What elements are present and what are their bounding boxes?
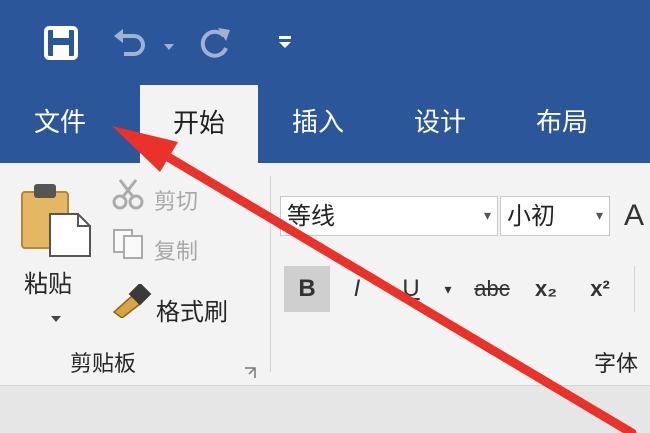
superscript-button[interactable]: x² xyxy=(580,266,620,312)
tab-layout[interactable]: 布局 xyxy=(536,103,588,143)
copy-label[interactable]: 复制 xyxy=(154,234,198,266)
grow-font-icon[interactable]: A xyxy=(624,196,650,236)
font-size-value: 小初 xyxy=(507,202,555,230)
clipboard-dialog-launcher-icon[interactable] xyxy=(244,364,256,378)
format-painter-label[interactable]: 格式刷 xyxy=(156,292,228,327)
document-area xyxy=(0,386,650,433)
paste-label[interactable]: 粘贴 xyxy=(24,264,72,299)
font-name-combo[interactable]: 等线 ▾ xyxy=(280,196,498,236)
italic-button[interactable]: I xyxy=(342,266,372,312)
subscript-button[interactable]: x₂ xyxy=(526,266,566,312)
title-bar xyxy=(0,0,650,85)
font-size-combo[interactable]: 小初 ▾ xyxy=(500,196,610,236)
paste-icon[interactable] xyxy=(20,180,92,258)
underline-button[interactable]: U xyxy=(396,266,426,312)
font-row-divider xyxy=(634,266,635,312)
cut-icon[interactable] xyxy=(112,178,144,210)
tab-design[interactable]: 设计 xyxy=(414,103,466,143)
redo-icon[interactable] xyxy=(196,24,236,62)
format-painter-icon[interactable] xyxy=(112,282,152,319)
font-name-value: 等线 xyxy=(287,202,335,230)
cut-label[interactable]: 剪切 xyxy=(154,184,198,216)
customize-qat-icon[interactable] xyxy=(278,34,292,50)
chevron-down-icon[interactable]: ▾ xyxy=(484,197,491,235)
save-icon[interactable] xyxy=(44,26,78,60)
clipboard-group-label: 剪贴板 xyxy=(70,352,137,377)
undo-icon[interactable] xyxy=(112,26,152,60)
underline-dropdown-icon[interactable]: ▾ xyxy=(440,266,456,312)
paste-dropdown-icon[interactable] xyxy=(50,308,62,322)
font-group-label: 字体 xyxy=(594,352,639,377)
copy-icon[interactable] xyxy=(112,228,144,260)
tab-home[interactable]: 开始 xyxy=(140,85,258,163)
undo-dropdown-icon[interactable] xyxy=(164,36,174,50)
group-divider xyxy=(270,176,271,372)
tab-insert[interactable]: 插入 xyxy=(292,103,344,143)
strikethrough-button[interactable]: abc xyxy=(466,266,518,312)
tab-file[interactable]: 文件 xyxy=(34,103,86,143)
bold-button[interactable]: B xyxy=(284,266,330,312)
chevron-down-icon[interactable]: ▾ xyxy=(596,197,603,235)
